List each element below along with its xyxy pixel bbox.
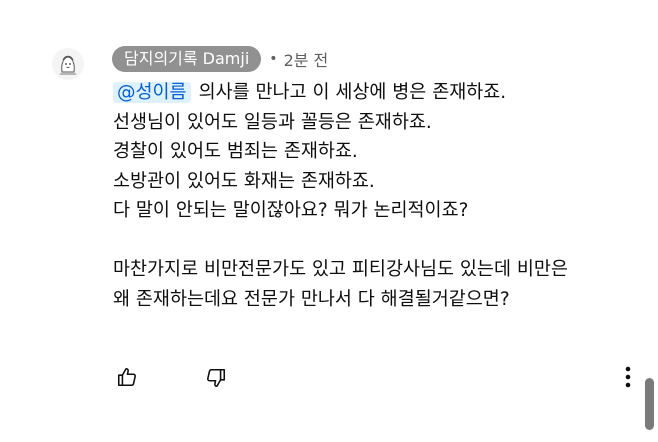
comment-line: 다 말이 안되는 말이잖아요? 뭐가 논리적이죠? <box>113 200 469 221</box>
comment-blank-line <box>113 226 643 256</box>
comment-header: 담지의기록 Damji • 2분 전 <box>112 45 328 73</box>
comment-line-text: 의사를 만나고 이 세상에 병은 존재하죠. <box>198 82 507 103</box>
thumbs-up-icon <box>117 367 136 387</box>
comment-line: 왜 존재하는데요 전문가 만나서 다 해결될거같으면? <box>113 288 510 310</box>
comment-timestamp[interactable]: 2분 전 <box>284 47 329 71</box>
dislike-button[interactable] <box>203 365 229 391</box>
comment-line: 마찬가지로 비만전문가도 있고 피티강사님도 있는데 비만은 <box>113 259 568 280</box>
avatar[interactable] <box>52 48 84 80</box>
like-button[interactable] <box>114 364 140 390</box>
separator-dot: • <box>269 51 278 67</box>
thumbs-down-icon <box>207 368 226 388</box>
more-vertical-icon <box>625 366 631 388</box>
comment-line: 선생님이 있어도 일등과 꼴등은 존재하죠. <box>113 111 432 133</box>
comment-body: @성이름 의사를 만나고 이 세상에 병은 존재하죠. 선생님이 있어도 일등과 … <box>113 78 643 314</box>
comment-line: @성이름 의사를 만나고 이 세상에 병은 존재하죠. <box>113 78 643 108</box>
mention-link[interactable]: @성이름 <box>113 82 191 103</box>
comment-line: 소방관이 있어도 화재는 존재하죠. <box>113 170 375 192</box>
more-options-button[interactable] <box>616 364 640 390</box>
scrollbar-thumb[interactable] <box>645 378 654 430</box>
avatar-doodle-icon <box>60 55 76 75</box>
author-name[interactable]: 담지의기록 Damji <box>112 46 262 72</box>
comment-line: 경찰이 있어도 범죄는 존재하죠. <box>113 141 358 162</box>
